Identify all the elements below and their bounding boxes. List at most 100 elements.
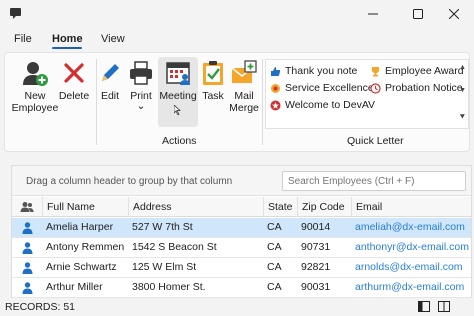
person-icon [22, 282, 33, 294]
cell-email-link[interactable]: arthurm@dx-email.com [351, 278, 464, 297]
cell-zip-code: 90031 [301, 281, 331, 293]
pencil-icon [102, 64, 119, 81]
clock-icon [370, 82, 381, 94]
mail-merge-icon [231, 60, 257, 83]
column-header-state[interactable]: State [263, 197, 297, 217]
detail-view-icon[interactable] [438, 301, 450, 312]
gallery-scroll-down-icon[interactable]: ▼ [459, 87, 466, 94]
cell-full-name: Arnie Schwartz [46, 261, 117, 273]
cell-zip-code: 90731 [301, 241, 331, 253]
calendar-icon [166, 62, 190, 85]
close-icon [449, 9, 459, 19]
close-button[interactable] [434, 0, 474, 28]
table-row[interactable]: Amelia Harper 527 W 7th St CA 90014 amel… [12, 218, 471, 238]
edit-label: Edit [100, 90, 120, 102]
maximize-icon [413, 9, 423, 19]
thumbs-up-icon [271, 66, 281, 76]
cell-address: 1542 S Beacon St [132, 241, 217, 253]
column-header-address[interactable]: Address [128, 197, 263, 217]
grid-header: Full Name Address State Zip Code Email [12, 197, 471, 217]
cell-email-link[interactable]: anthonyr@dx-email.com [351, 238, 469, 257]
ribbon-tabs: File Home View [0, 30, 474, 52]
gallery-item-employee-award[interactable]: Employee Award [370, 65, 464, 77]
gallery-scroll-up-icon[interactable]: ▲ [459, 64, 466, 71]
table-row[interactable]: Arnie Schwartz 125 W Elm St CA 92821 arn… [12, 258, 471, 278]
service-excellence-label: Service Excellence [285, 82, 374, 94]
mail-merge-button[interactable]: Mail Merge [228, 57, 260, 129]
trophy-icon [372, 66, 379, 76]
active-tab-indicator [52, 47, 82, 49]
cell-full-name: Amelia Harper [46, 221, 114, 233]
gallery-item-thank-you[interactable]: Thank you note [270, 65, 357, 77]
task-button[interactable]: Task [200, 57, 226, 129]
gallery-item-welcome[interactable]: Welcome to DevAV [270, 99, 375, 111]
ribbon-separator [262, 59, 263, 145]
medal-icon [271, 83, 280, 93]
status-bar: RECORDS: 51 [0, 298, 474, 316]
mouse-cursor-icon [174, 105, 181, 115]
delete-button[interactable]: Delete [57, 57, 91, 129]
tab-view[interactable]: View [101, 33, 125, 45]
column-header-full-name[interactable]: Full Name [42, 197, 128, 217]
cell-address: 3800 Homer St. [132, 281, 206, 293]
new-employee-label-2: Employee [11, 102, 59, 114]
meeting-label: Meeting [159, 90, 197, 102]
cell-state: CA [267, 241, 282, 253]
employees-grid: Drag a column header to group by that co… [11, 165, 472, 298]
print-dropdown-chevron-icon[interactable]: ⌄ [137, 100, 146, 112]
group-panel[interactable]: Drag a column header to group by that co… [12, 166, 471, 196]
quick-letter-group-label: Quick Letter [347, 135, 404, 147]
person-icon [22, 222, 33, 234]
cell-zip-code: 92821 [301, 261, 331, 273]
cell-state: CA [267, 261, 282, 273]
gallery-expand-icon[interactable]: ⯆ [459, 112, 466, 123]
minimize-button[interactable] [353, 0, 393, 28]
meeting-button[interactable]: Meeting [158, 57, 198, 127]
person-icon [22, 242, 33, 254]
cell-address: 125 W Elm St [132, 261, 197, 273]
employee-award-label: Employee Award [385, 65, 464, 77]
cell-email-link[interactable]: arnolds@dx-email.com [351, 258, 463, 277]
new-employee-label: New [24, 90, 46, 102]
cell-address: 527 W 7th St [132, 221, 193, 233]
edit-button[interactable]: Edit [97, 57, 123, 129]
minimize-icon [368, 13, 378, 15]
cell-zip-code: 90014 [301, 221, 331, 233]
printer-icon [130, 61, 152, 85]
cell-state: CA [267, 221, 282, 233]
cell-email-link[interactable]: ameliah@dx-email.com [351, 218, 465, 237]
tab-home[interactable]: Home [52, 33, 83, 45]
welcome-label: Welcome to DevAV [285, 99, 376, 111]
person-icon [22, 262, 33, 274]
search-input[interactable] [282, 171, 466, 191]
mail-merge-label: Mail [234, 90, 254, 102]
ribbon: New Employee Delete Edit Print ⌄ Meeting… [4, 52, 470, 152]
probation-notice-label: Probation Notice [385, 82, 463, 94]
cell-state: CA [267, 281, 282, 293]
cell-full-name: Arthur Miller [46, 281, 103, 293]
tab-file[interactable]: File [14, 33, 32, 45]
delete-x-icon [64, 63, 84, 83]
clipboard-check-icon [203, 61, 223, 85]
new-employee-button[interactable]: New Employee [9, 57, 61, 129]
task-label: Task [202, 90, 224, 102]
quick-letter-gallery: Thank you note Employee Award Service Ex… [265, 59, 469, 129]
title-bar [0, 0, 474, 28]
gallery-item-service-excellence[interactable]: Service Excellence [270, 82, 374, 94]
column-chooser-icon[interactable] [20, 201, 34, 213]
print-button[interactable]: Print ⌄ [126, 57, 156, 129]
column-header-zip-code[interactable]: Zip Code [297, 197, 351, 217]
records-count: RECORDS: 51 [5, 301, 76, 313]
maximize-button[interactable] [398, 0, 438, 28]
star-icon [270, 100, 281, 110]
mail-merge-label-2: Merge [229, 102, 259, 114]
group-panel-hint: Drag a column header to group by that co… [26, 176, 233, 187]
layout-view-icon[interactable] [418, 301, 430, 312]
column-header-email[interactable]: Email [351, 197, 471, 217]
gallery-item-probation-notice[interactable]: Probation Notice [370, 82, 463, 94]
table-row[interactable]: Antony Remmen 1542 S Beacon St CA 90731 … [12, 238, 471, 258]
app-icon [10, 8, 21, 19]
delete-label: Delete [58, 90, 90, 102]
cell-full-name: Antony Remmen [46, 241, 125, 253]
table-row[interactable]: Arthur Miller 3800 Homer St. CA 90031 ar… [12, 278, 471, 298]
